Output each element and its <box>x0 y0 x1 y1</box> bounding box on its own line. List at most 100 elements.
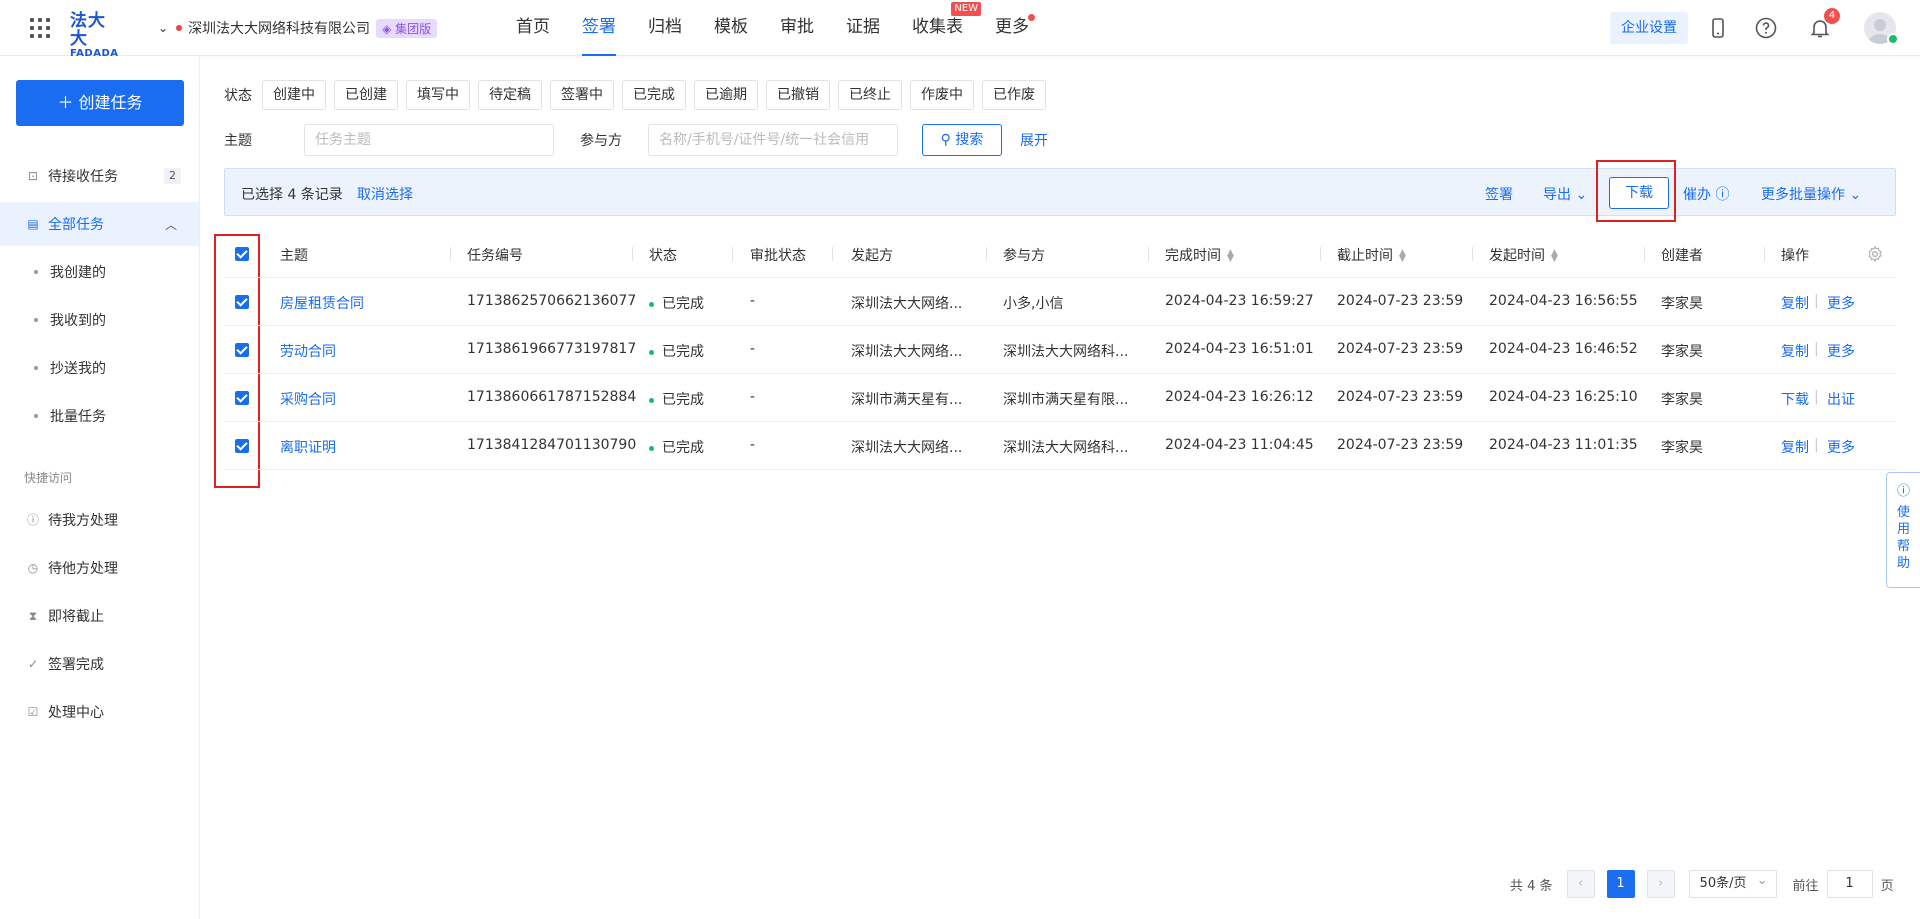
status-chip[interactable]: 签署中 <box>550 80 614 110</box>
cancel-selection-link[interactable]: 取消选择 <box>357 184 413 204</box>
sort-icon: ▲ ▼ <box>1399 248 1406 264</box>
creator: 李家昊 <box>1661 392 1703 408</box>
status-chip[interactable]: 已创建 <box>334 80 398 110</box>
col-creator: 创建者 <box>1661 248 1703 264</box>
download-highlight-box <box>1596 160 1676 222</box>
task-subject-link[interactable]: 离职证明 <box>280 437 336 457</box>
participant: 深圳法大大网络科... <box>1003 344 1129 360</box>
row-action-secondary[interactable]: 更多 <box>1827 437 1855 457</box>
status-chip[interactable]: 已完成 <box>622 80 686 110</box>
initiator: 深圳法大大网络... <box>851 440 963 456</box>
fadada-logo[interactable]: 法大大 FADADA <box>70 12 122 59</box>
row-checkbox[interactable] <box>235 295 249 309</box>
task-subject-link[interactable]: 劳动合同 <box>280 341 336 361</box>
sidebar-sub-received[interactable]: 我收到的 <box>0 298 199 342</box>
sidebar-item-signed[interactable]: ✓ 签署完成 <box>0 642 199 686</box>
export-dropdown[interactable]: 导出 ⌄ <box>1543 184 1587 204</box>
sidebar-sub-created-by-me[interactable]: 我创建的 <box>0 250 199 294</box>
gear-icon[interactable] <box>1866 245 1884 263</box>
checklist-icon: ☑ <box>27 705 39 719</box>
enterprise-settings-button[interactable]: 企业设置 <box>1610 12 1688 44</box>
approval-status: - <box>750 437 756 453</box>
task-subject-link[interactable]: 房屋租赁合同 <box>280 293 364 313</box>
help-circle-icon[interactable] <box>1754 16 1778 40</box>
nav-sign[interactable]: 签署 <box>566 0 632 56</box>
next-page-button[interactable]: › <box>1646 870 1675 898</box>
participant: 小多,小信 <box>1003 296 1064 312</box>
sidebar-sub-cc-me[interactable]: 抄送我的 <box>0 346 199 390</box>
task-subject-link[interactable]: 采购合同 <box>280 389 336 409</box>
subject-input[interactable]: 任务主题 <box>304 124 554 156</box>
status-chip[interactable]: 创建中 <box>262 80 326 110</box>
row-action-primary[interactable]: 下载 <box>1781 389 1809 409</box>
nav-approval[interactable]: 审批 <box>764 0 830 56</box>
remind-button[interactable]: 催办 ⓘ <box>1683 184 1729 204</box>
prev-page-button[interactable]: ‹ <box>1566 870 1595 898</box>
nav-collect-form[interactable]: 收集表 NEW <box>896 0 981 56</box>
mobile-icon[interactable] <box>1706 16 1730 40</box>
row-action-primary[interactable]: 复制 <box>1781 293 1809 313</box>
pending-count-badge: 2 <box>164 168 181 184</box>
search-button[interactable]: ⚲ 搜索 <box>922 124 1002 156</box>
check-circle-icon: ✓ <box>27 657 39 671</box>
status-chip[interactable]: 已撤销 <box>766 80 830 110</box>
select-all-checkbox[interactable] <box>235 247 249 261</box>
status-chip[interactable]: 填写中 <box>406 80 470 110</box>
col-deadline[interactable]: 截止时间 ▲ ▼ <box>1337 245 1406 265</box>
nav-evidence[interactable]: 证据 <box>830 0 896 56</box>
col-divider <box>1148 247 1149 261</box>
page-number[interactable]: 1 <box>1606 870 1635 898</box>
nav-more[interactable]: 更多 <box>979 0 1045 56</box>
row-checkbox[interactable] <box>235 439 249 453</box>
task-id: 1713861966773197817 <box>467 341 637 357</box>
new-badge: NEW <box>951 2 981 16</box>
nav-more-dot <box>1028 14 1035 21</box>
row-action-secondary[interactable]: 更多 <box>1827 341 1855 361</box>
col-task-id: 任务编号 <box>467 248 523 264</box>
status-chip[interactable]: 作废中 <box>910 80 974 110</box>
col-participant: 参与方 <box>1003 248 1045 264</box>
sidebar-item-all-tasks[interactable]: ▤ 全部任务 ︿ <box>0 202 199 246</box>
company-switcher[interactable]: ⌄ 深圳法大大网络科技有限公司 ◈ 集团版 <box>158 18 438 38</box>
row-action-secondary[interactable]: 更多 <box>1827 293 1855 313</box>
page-size-select[interactable]: 50条/页 <box>1688 868 1777 898</box>
nav-template[interactable]: 模板 <box>698 0 764 56</box>
expand-link[interactable]: 展开 <box>1020 130 1048 150</box>
goto-page-input[interactable]: 1 <box>1826 870 1873 898</box>
sidebar-item-processing-center[interactable]: ☑ 处理中心 <box>0 690 199 734</box>
row-action-primary[interactable]: 复制 <box>1781 437 1809 457</box>
status-chip[interactable]: 已终止 <box>838 80 902 110</box>
app-grid-icon[interactable] <box>30 18 50 38</box>
col-divider <box>732 247 733 261</box>
participant-input[interactable]: 名称/手机号/证件号/统一社会信用 <box>648 124 898 156</box>
action-divider: | <box>1814 293 1819 309</box>
col-divider <box>986 247 987 261</box>
help-float-button[interactable]: ⓘ 使用帮助 <box>1886 472 1920 588</box>
create-task-button[interactable]: ＋ 创建任务 <box>16 80 184 126</box>
status-badge: 已完成 <box>649 341 704 361</box>
batch-sign-button[interactable]: 签署 <box>1485 184 1513 204</box>
row-action-primary[interactable]: 复制 <box>1781 341 1809 361</box>
sidebar-item-my-pending[interactable]: ⓘ 待我方处理 <box>0 498 199 542</box>
sidebar-item-other-pending[interactable]: ◷ 待他方处理 <box>0 546 199 590</box>
status-chip[interactable]: 待定稿 <box>478 80 542 110</box>
start-time: 2024-04-23 16:56:55 <box>1489 293 1638 309</box>
col-divider <box>1472 247 1473 261</box>
nav-home[interactable]: 首页 <box>500 0 566 56</box>
more-batch-dropdown[interactable]: 更多批量操作 ⌄ <box>1761 184 1861 204</box>
sidebar-sub-batch[interactable]: 批量任务 <box>0 394 199 438</box>
col-divider <box>1764 247 1765 261</box>
row-checkbox[interactable] <box>235 343 249 357</box>
row-action-secondary[interactable]: 出证 <box>1827 389 1855 409</box>
deadline: 2024-07-23 23:59 <box>1337 341 1464 357</box>
nav-archive[interactable]: 归档 <box>632 0 698 56</box>
status-chip[interactable]: 已作废 <box>982 80 1046 110</box>
sidebar-item-due-soon[interactable]: ⧗ 即将截止 <box>0 594 199 638</box>
col-start-time[interactable]: 发起时间 ▲ ▼ <box>1489 245 1558 265</box>
col-completed-time[interactable]: 完成时间 ▲ ▼ <box>1165 245 1234 265</box>
help-label: 使用帮助 <box>1896 505 1910 571</box>
sidebar-item-pending-receive[interactable]: ⊡ 待接收任务 2 <box>0 154 199 198</box>
status-chip[interactable]: 已逾期 <box>694 80 758 110</box>
row-checkbox[interactable] <box>235 391 249 405</box>
col-subject: 主题 <box>280 248 308 264</box>
